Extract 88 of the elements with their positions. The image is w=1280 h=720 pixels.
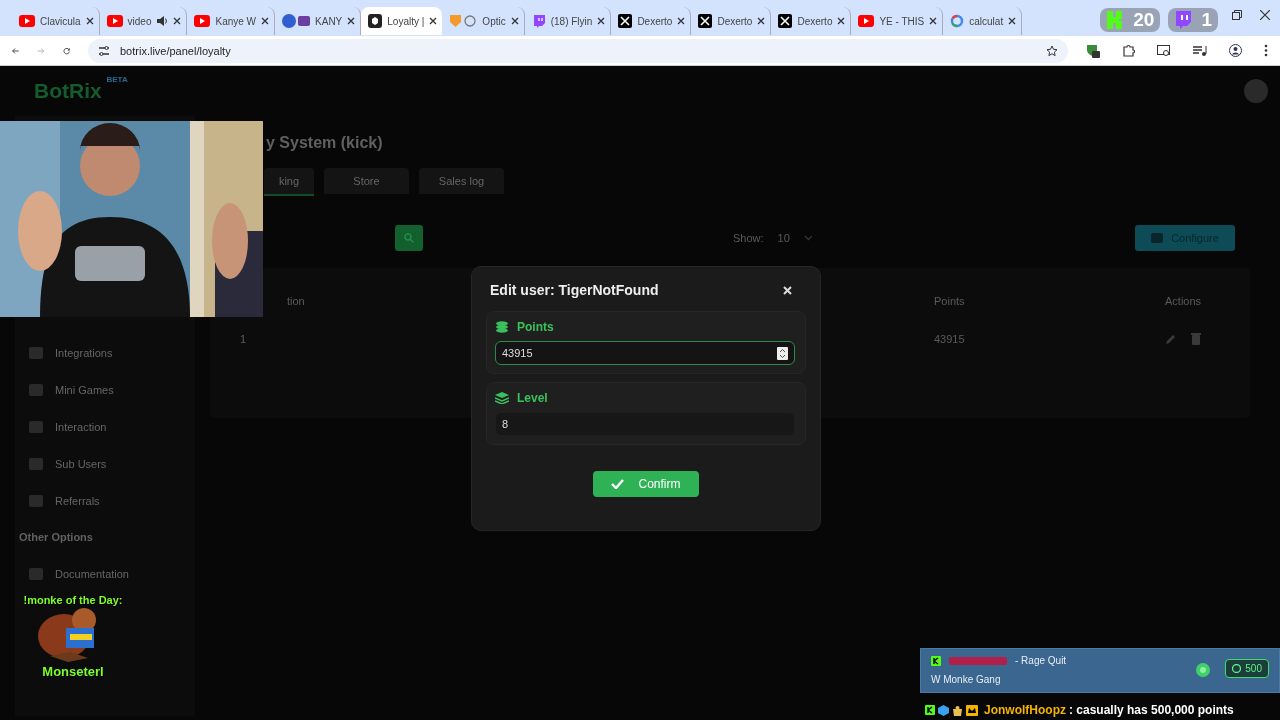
menu-icon[interactable]	[1264, 44, 1268, 57]
column-header: tion	[287, 295, 305, 307]
viewer-counter: 20	[1100, 8, 1161, 32]
spinner-icon[interactable]	[777, 346, 788, 360]
browser-tab[interactable]: YE - THIS	[851, 7, 944, 35]
chat-bubble-icon	[1174, 10, 1193, 30]
x-icon	[778, 14, 793, 28]
x-icon	[698, 14, 713, 28]
browser-tab[interactable]: video	[99, 7, 188, 35]
cube-icon	[938, 704, 949, 716]
column-header: Points	[934, 295, 965, 307]
browser-tab[interactable]: calculat	[943, 7, 1023, 35]
close-icon[interactable]	[677, 17, 686, 25]
browser-tab[interactable]: Optic	[442, 7, 525, 35]
browser-tab[interactable]: Dexerto	[611, 7, 692, 35]
column-header: Actions	[1165, 295, 1202, 307]
puzzle-icon[interactable]	[1122, 44, 1135, 57]
star-icon[interactable]	[1046, 44, 1058, 57]
playlist-icon[interactable]	[1193, 44, 1207, 57]
winner-name: Monseterl	[42, 664, 104, 679]
close-icon[interactable]	[757, 17, 766, 25]
layers-icon	[495, 392, 509, 404]
google-icon	[950, 14, 965, 28]
browser-tab[interactable]: Dexerto	[771, 7, 852, 35]
chat-username: JonwolfHoopz	[984, 703, 1066, 717]
shield-icon	[449, 14, 478, 28]
coin-icon	[1232, 664, 1242, 673]
tune-icon	[98, 44, 110, 57]
close-icon[interactable]	[1008, 17, 1017, 25]
play-icon	[194, 15, 211, 27]
alert-message: W Monke Gang	[931, 674, 1002, 685]
sidebar-heading: Other Options	[18, 530, 94, 545]
address-bar[interactable]: botrix.live/panel/loyalty	[88, 38, 1068, 63]
overlay-heading: !monke of the Day:	[23, 594, 123, 606]
sidebar-item[interactable]: Integrations	[15, 334, 195, 371]
crown-icon	[966, 704, 978, 716]
table-cell: 1	[240, 333, 247, 345]
close-icon[interactable]	[929, 17, 938, 25]
screen-search-icon[interactable]	[1157, 44, 1171, 57]
profile-icon[interactable]	[1229, 44, 1242, 57]
input-field[interactable]: 43915	[495, 341, 795, 365]
browser-tab[interactable]: Dexerto	[691, 7, 772, 35]
reward-title: - Rage Quit	[1015, 655, 1067, 666]
play-icon	[858, 15, 875, 27]
beta-label: BETA	[106, 75, 128, 84]
close-icon[interactable]	[85, 17, 94, 25]
field-label: Level	[517, 391, 548, 405]
close-icon[interactable]	[510, 17, 519, 25]
play-icon	[106, 15, 123, 27]
browser-tab[interactable]: Clavicula	[12, 7, 100, 35]
badge-icon	[931, 655, 941, 666]
circle-icon	[282, 14, 311, 28]
page-title: y System (kick)	[266, 134, 383, 151]
dialog-title: Edit user: TigerNotFound	[490, 282, 659, 298]
sidebar-item[interactable]: Sub Users	[15, 445, 195, 482]
close-icon[interactable]	[597, 17, 606, 25]
close-icon[interactable]	[1260, 10, 1270, 20]
close-icon[interactable]	[837, 17, 846, 25]
show-label: Show:	[733, 232, 764, 244]
speaker-icon	[156, 15, 169, 27]
badge-icon	[925, 705, 935, 715]
search-icon	[404, 233, 414, 243]
cube-icon	[368, 14, 383, 28]
check-icon	[611, 479, 625, 489]
restore-icon[interactable]	[1232, 10, 1242, 20]
close-icon[interactable]	[429, 17, 438, 25]
sidebar-item[interactable]: Documentation	[15, 555, 195, 592]
viewer-counter: 1	[1168, 8, 1218, 32]
coins-icon	[495, 321, 509, 333]
table-cell: 43915	[934, 333, 965, 345]
browser-tab[interactable]: KANY	[275, 7, 362, 35]
play-icon	[19, 15, 35, 27]
browser-tab[interactable]: (18) Flyin	[524, 7, 612, 35]
close-icon[interactable]	[173, 17, 182, 25]
orb-icon	[1195, 662, 1211, 678]
x-icon	[618, 14, 633, 28]
field-label: Points	[517, 320, 554, 334]
chat-bubble-icon	[531, 14, 546, 28]
browser-tab[interactable]: Kanye W	[187, 7, 276, 35]
bag-icon	[952, 704, 963, 716]
chat-message: : casually has 500,000 points	[1069, 703, 1234, 717]
close-icon[interactable]	[261, 17, 270, 25]
points-badge: 500	[1225, 659, 1269, 678]
shield-icon[interactable]	[1086, 43, 1100, 58]
input-field[interactable]: 8	[495, 412, 795, 436]
redacted-name-icon	[949, 656, 1007, 665]
browser-tab[interactable]: Loyalty |	[361, 7, 443, 35]
close-icon[interactable]	[347, 17, 356, 25]
